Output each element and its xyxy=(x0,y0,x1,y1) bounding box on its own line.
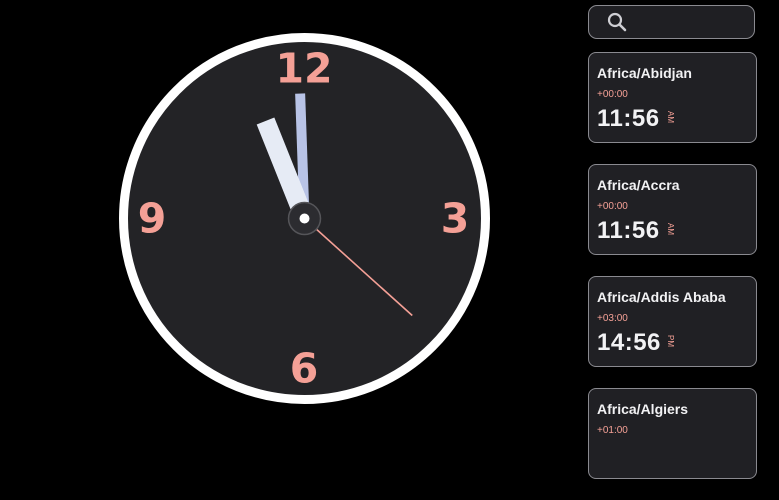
timezone-ampm: PM xyxy=(666,335,675,347)
timezone-card[interactable]: Africa/Addis Ababa +03:00 14:56 PM xyxy=(588,276,757,367)
clock-center-dot xyxy=(299,213,310,224)
timezone-time: 14:56 xyxy=(597,329,661,356)
timezone-card[interactable]: Africa/Algiers +01:00 xyxy=(588,388,757,479)
clock-numeral-6: 6 xyxy=(289,344,319,393)
timezone-time: 11:56 xyxy=(597,105,660,132)
timezone-offset: +01:00 xyxy=(597,425,628,436)
timezone-name: Africa/Accra xyxy=(597,177,680,193)
timezone-card[interactable]: Africa/Accra +00:00 11:56 AM xyxy=(588,164,757,255)
timezone-ampm: AM xyxy=(666,223,675,235)
timezone-offset: +00:00 xyxy=(597,89,628,100)
timezone-name: Africa/Algiers xyxy=(597,401,689,417)
clock-numeral-3: 3 xyxy=(440,194,470,243)
timezone-card[interactable]: Africa/Abidjan +00:00 11:56 AM xyxy=(588,52,757,143)
timezone-name: Africa/Abidjan xyxy=(597,65,692,81)
search-icon[interactable] xyxy=(607,12,627,32)
timezone-name: Africa/Addis Ababa xyxy=(597,289,726,305)
search-input[interactable] xyxy=(635,13,749,31)
timezone-offset: +03:00 xyxy=(597,313,628,324)
timezone-list[interactable]: Africa/Abidjan +00:00 11:56 AM Africa/Ac… xyxy=(588,52,757,500)
clock-numeral-9: 9 xyxy=(137,194,167,243)
clock-numeral-12: 12 xyxy=(275,44,333,93)
search-box[interactable] xyxy=(588,5,755,39)
timezone-ampm: AM xyxy=(666,111,675,123)
timezone-offset: +00:00 xyxy=(597,201,628,212)
timezone-time: 11:56 xyxy=(597,217,660,244)
